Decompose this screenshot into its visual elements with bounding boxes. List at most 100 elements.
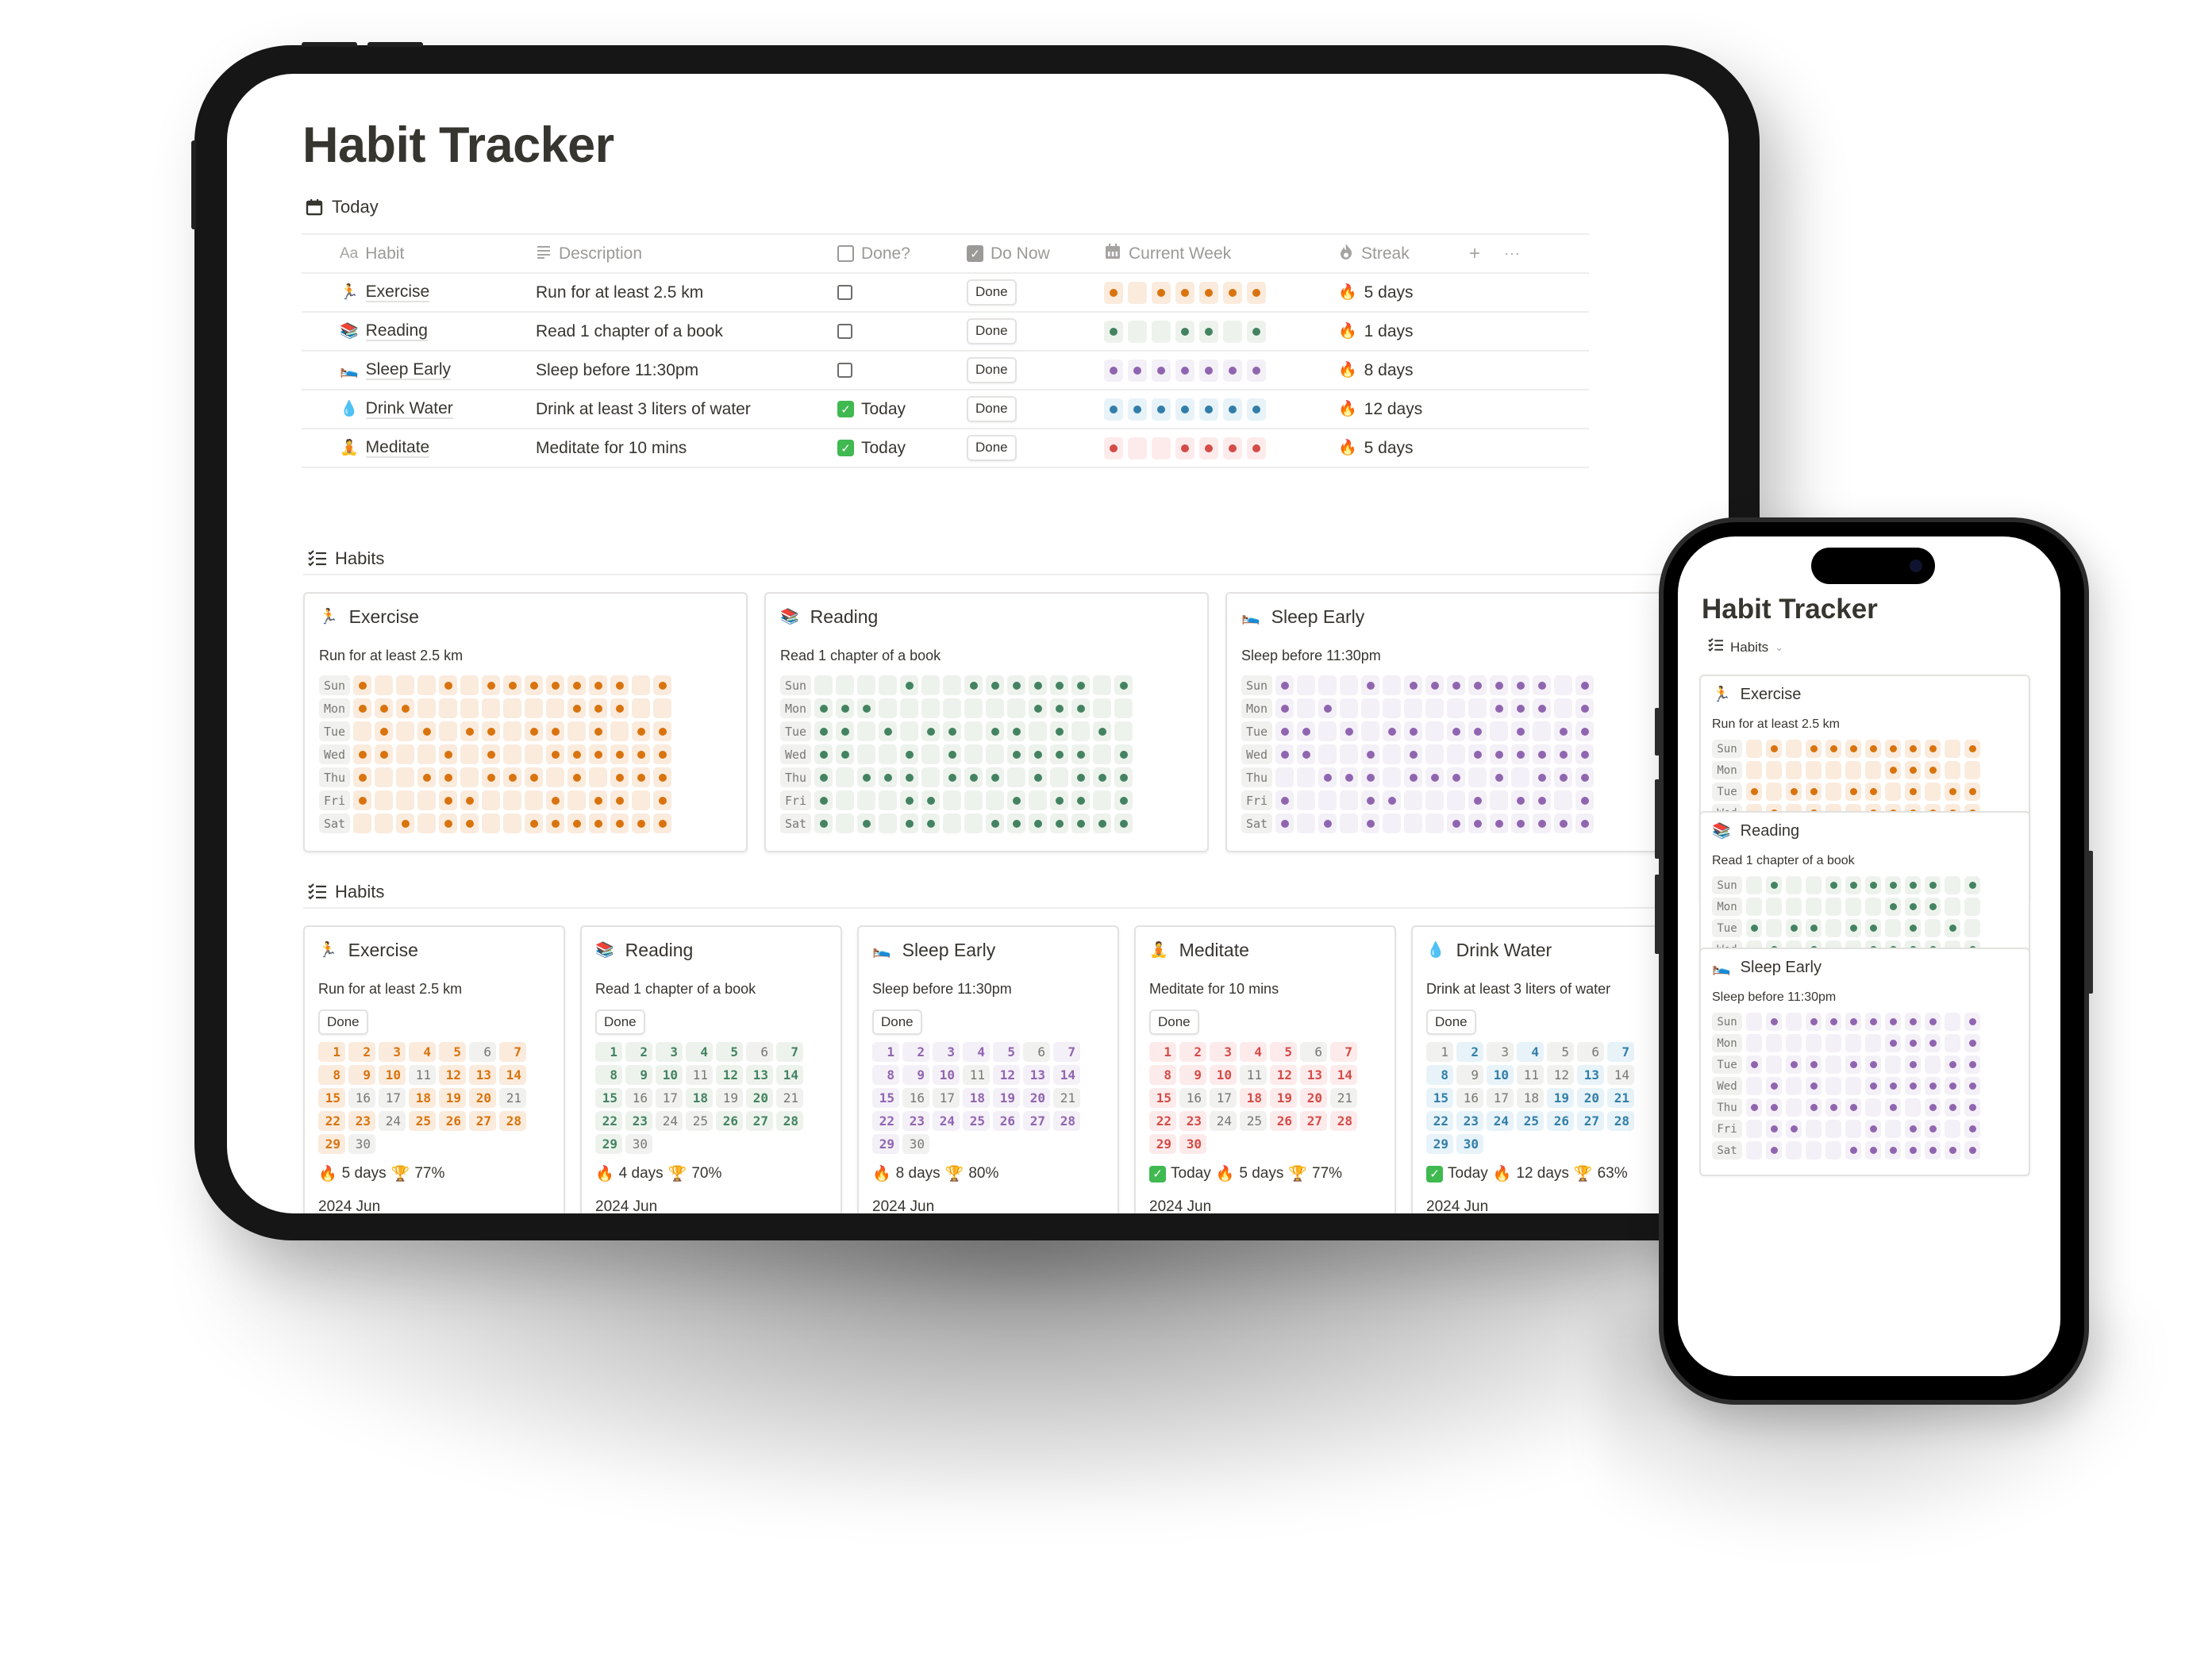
done-dot — [487, 773, 495, 782]
checklist-icon — [1708, 638, 1724, 656]
habit-cell[interactable]: 🏃 Exercise — [302, 283, 528, 303]
done-dot — [594, 727, 602, 736]
more-options-button[interactable]: ··· — [1504, 245, 1521, 262]
fire-icon: 🔥 — [1215, 1164, 1235, 1182]
tracked-day-cell — [1071, 790, 1090, 810]
today-view-tab[interactable]: Today — [305, 197, 379, 217]
tracked-day-cell — [1806, 919, 1822, 937]
done-checkbox[interactable] — [837, 324, 852, 339]
done-dot — [1968, 1061, 1976, 1068]
habit-calendar-card[interactable]: 💧 Drink Water Drink at least 3 liters of w… — [1411, 925, 1673, 1213]
untracked-day-cell — [482, 813, 500, 833]
done-dot — [1110, 288, 1118, 297]
missed-day: 25 — [1240, 1111, 1267, 1131]
untracked-day-cell — [1786, 740, 1802, 758]
column-header-do-now[interactable]: ✓ Do Now — [959, 244, 1096, 263]
tracked-day-cell — [943, 744, 961, 764]
done-dot — [948, 727, 956, 736]
done-dot — [1181, 366, 1189, 375]
done-checkbox[interactable] — [837, 363, 852, 378]
habit-grid-card[interactable]: 📚 Reading Read 1 chapter of a book Sun Mon Tu… — [764, 592, 1209, 852]
column-header-description[interactable]: Description — [528, 244, 829, 263]
tracked-day-cell — [1104, 398, 1123, 421]
do-now-button[interactable]: Done — [967, 435, 1017, 461]
phone-view-switcher[interactable]: Habits ⌄ — [1708, 638, 1783, 656]
tracked-day-cell — [632, 744, 650, 764]
untracked-day-cell — [1825, 1120, 1841, 1138]
habit-cell[interactable]: 🧘 Meditate — [302, 438, 528, 459]
done-dot — [551, 819, 560, 828]
done-dot — [1948, 925, 1956, 932]
habit-grid-card[interactable]: 🛌 Sleep Early Sleep before 11:30pm Sun Mon Tu… — [1225, 592, 1670, 852]
untracked-day-cell — [503, 744, 521, 764]
tracked-day-cell — [1071, 744, 1090, 764]
done-dot — [529, 819, 538, 828]
untracked-day-cell — [1029, 790, 1047, 810]
add-property-button[interactable]: + — [1469, 243, 1480, 265]
untracked-day-cell — [1766, 898, 1782, 916]
done-button[interactable]: Done — [595, 1009, 645, 1036]
done-dot — [1869, 1082, 1877, 1090]
habit-calendar-card[interactable]: 🧘 Meditate Meditate for 10 mins Done 1 2 3 4 5 6 7… — [1134, 925, 1396, 1213]
habit-name-link[interactable]: Reading — [365, 321, 428, 342]
untracked-day-cell — [1786, 1034, 1802, 1052]
done-dot — [862, 773, 871, 782]
card-title: 📚 Reading — [595, 940, 693, 961]
tracked-day-cell — [1825, 876, 1841, 894]
tracked-day-cell — [943, 721, 961, 741]
done-dot — [529, 681, 538, 690]
untracked-day-cell — [1425, 790, 1444, 810]
done-checkbox[interactable] — [837, 285, 852, 300]
done-dot — [1580, 704, 1589, 713]
untracked-day-cell — [1128, 281, 1147, 304]
done-dot — [379, 704, 388, 713]
do-now-button[interactable]: Done — [967, 357, 1017, 383]
done-today-label: Today — [1448, 1165, 1488, 1182]
habit-cell[interactable]: 📚 Reading — [302, 321, 528, 342]
done-button-wrap: Done — [318, 1009, 368, 1036]
habit-heatmap: Sun Mon Tue Wed Thu Fri Sat — [780, 675, 1133, 833]
untracked-day-cell — [1945, 876, 1960, 894]
tracked-day-cell — [1114, 675, 1133, 695]
habit-cell[interactable]: 💧 Drink Water — [302, 399, 528, 420]
done-button[interactable]: Done — [872, 1009, 922, 1036]
column-header-done[interactable]: Done? — [829, 244, 959, 263]
habit-grid-card[interactable]: 🏃 Exercise Run for at least 2.5 km Sun Mon Tu… — [303, 592, 748, 852]
habits-calendar-view-tab[interactable]: Habits — [308, 882, 384, 902]
done-dot — [819, 796, 828, 805]
card-title-label: Exercise — [348, 606, 419, 627]
done-dot — [1516, 727, 1525, 736]
done-dot — [1559, 727, 1568, 736]
tracked-day-cell — [1905, 761, 1921, 779]
habit-calendar-card[interactable]: 📚 Reading Read 1 chapter of a book Done 1 2 3 4… — [580, 925, 842, 1213]
done-button[interactable]: Done — [318, 1009, 368, 1036]
do-now-button[interactable]: Done — [967, 279, 1017, 306]
habit-name-link[interactable]: Meditate — [365, 438, 430, 459]
do-now-button[interactable]: Done — [967, 396, 1017, 422]
weekday-label: Sun — [1712, 740, 1742, 758]
tracked-day-cell — [439, 675, 457, 695]
done-dot — [422, 727, 431, 736]
do-now-button[interactable]: Done — [967, 318, 1017, 344]
column-header-habit[interactable]: Aa Habit — [302, 244, 528, 263]
habit-name-link[interactable]: Exercise — [365, 283, 430, 303]
phone-habit-card[interactable]: 🛌 Sleep Early Sleep before 11:30pm Sun Mon Tu… — [1699, 948, 2030, 1176]
done-dot — [1409, 727, 1418, 736]
untracked-day-cell — [1825, 919, 1841, 937]
untracked-day-cell — [1845, 1120, 1861, 1138]
done-button[interactable]: Done — [1149, 1009, 1199, 1036]
done-dot — [401, 819, 410, 828]
habits-grid-view-tab[interactable]: Habits — [308, 548, 384, 569]
habit-calendar-card[interactable]: 🛌 Sleep Early Sleep before 11:30pm Done 1 2 3 4… — [857, 925, 1119, 1213]
done-dot — [1968, 745, 1976, 752]
habit-calendar-card[interactable]: 🏃 Exercise Run for at least 2.5 km Done 1 2 3 4… — [303, 925, 565, 1213]
done-button[interactable]: Done — [1426, 1009, 1476, 1036]
column-header-current-week[interactable]: Current Week — [1096, 243, 1330, 265]
tracked-day-cell — [1318, 698, 1337, 718]
column-header-streak[interactable]: Streak — [1330, 243, 1457, 265]
habit-name-link[interactable]: Drink Water — [365, 399, 453, 420]
do-now-cell: Done — [959, 318, 1096, 344]
done-dot — [1849, 1104, 1857, 1111]
habit-name-link[interactable]: Sleep Early — [365, 360, 452, 381]
habit-cell[interactable]: 🛌 Sleep Early — [302, 360, 528, 381]
